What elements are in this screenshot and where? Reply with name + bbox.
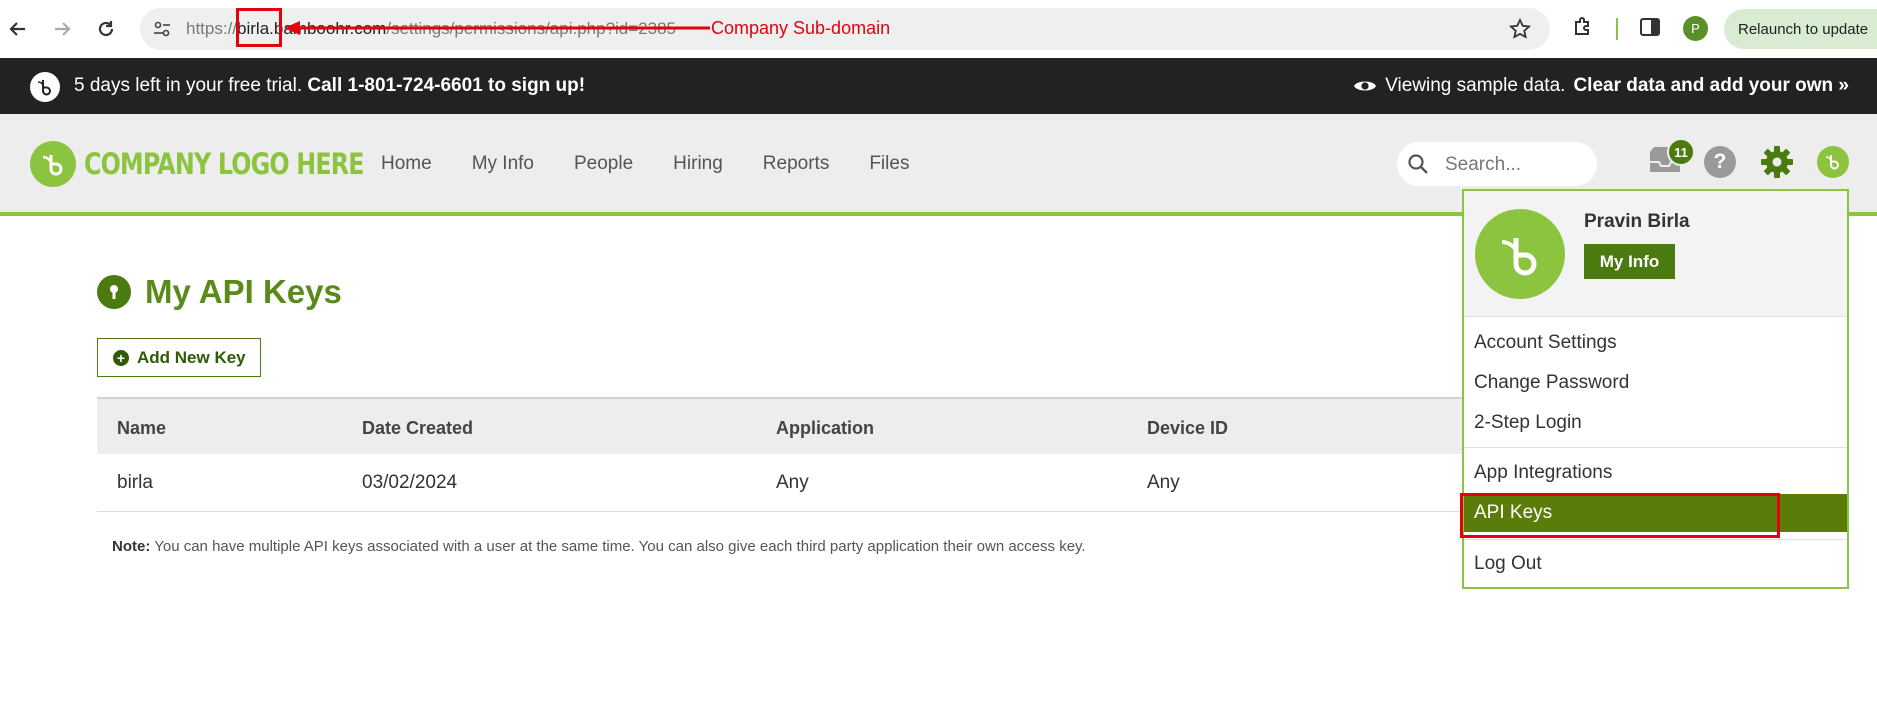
settings-gear-icon[interactable] bbox=[1759, 144, 1795, 180]
user-avatar[interactable] bbox=[1817, 146, 1849, 178]
user-name: Pravin Birla bbox=[1584, 211, 1690, 232]
bamboo-logo-icon bbox=[30, 72, 60, 102]
logo-text: COMPANY LOGO HERE bbox=[84, 147, 365, 181]
browser-toolbar: https://birla.bamboohr.com/settings/perm… bbox=[0, 0, 1877, 58]
toolbar-divider bbox=[1616, 18, 1618, 40]
nav-files[interactable]: Files bbox=[869, 153, 909, 175]
menu-item-account-settings[interactable]: Account Settings bbox=[1464, 324, 1847, 362]
user-menu-header: Pravin Birla My Info bbox=[1464, 191, 1847, 317]
menu-item-log-out[interactable]: Log Out bbox=[1464, 545, 1847, 583]
column-header-date-created[interactable]: Date Created bbox=[362, 418, 473, 439]
search-placeholder: Search... bbox=[1445, 154, 1522, 175]
back-button[interactable] bbox=[2, 13, 34, 45]
page-title: My API Keys bbox=[97, 273, 342, 311]
annotation-box-api-keys bbox=[1460, 493, 1780, 538]
cell-device-id: Any bbox=[1147, 472, 1180, 493]
menu-item-change-password[interactable]: Change Password bbox=[1464, 364, 1847, 402]
add-new-key-button[interactable]: + Add New Key bbox=[97, 338, 261, 377]
table-row[interactable]: birla 03/02/2024 Any Any bbox=[97, 454, 1497, 512]
key-icon bbox=[97, 275, 131, 309]
site-settings-icon[interactable] bbox=[152, 19, 172, 39]
cell-name: birla bbox=[117, 472, 153, 493]
column-header-application[interactable]: Application bbox=[776, 418, 874, 439]
api-keys-note: Note: You can have multiple API keys ass… bbox=[112, 538, 1086, 555]
nav-hiring[interactable]: Hiring bbox=[673, 153, 723, 175]
inbox-count-badge: 11 bbox=[1667, 138, 1695, 166]
menu-item-app-integrations[interactable]: App Integrations bbox=[1464, 454, 1847, 492]
api-keys-table: Name Date Created Application Device ID … bbox=[97, 397, 1497, 512]
forward-button[interactable] bbox=[46, 13, 78, 45]
browser-profile-avatar[interactable]: P bbox=[1683, 16, 1708, 41]
column-header-name[interactable]: Name bbox=[117, 418, 166, 439]
trial-call-link[interactable]: Call 1-801-724-6601 to sign up! bbox=[307, 75, 585, 96]
menu-divider bbox=[1464, 447, 1847, 448]
cell-date-created: 03/02/2024 bbox=[362, 472, 458, 493]
bamboo-logo-icon bbox=[30, 141, 76, 187]
reload-button[interactable] bbox=[90, 13, 122, 45]
column-header-device-id[interactable]: Device ID bbox=[1147, 418, 1228, 439]
bookmark-star-icon[interactable] bbox=[1508, 17, 1532, 41]
annotation-arrow bbox=[284, 21, 710, 35]
user-avatar-large bbox=[1475, 209, 1565, 299]
trial-banner: 5 days left in your free trial. Call 1-8… bbox=[0, 58, 1877, 114]
menu-divider bbox=[1464, 539, 1847, 540]
page-heading: My API Keys bbox=[145, 273, 342, 310]
trial-message: 5 days left in your free trial. Call 1-8… bbox=[74, 75, 586, 96]
extensions-icon[interactable] bbox=[1571, 15, 1595, 39]
cell-application: Any bbox=[776, 472, 809, 493]
sample-data-notice: Viewing sample data. Clear data and add y… bbox=[1353, 75, 1849, 97]
relaunch-button[interactable]: Relaunch to update bbox=[1724, 9, 1877, 49]
clear-data-link[interactable]: Clear data and add your own » bbox=[1573, 75, 1849, 97]
plus-icon: + bbox=[113, 349, 129, 366]
nav-people[interactable]: People bbox=[574, 153, 633, 175]
table-header: Name Date Created Application Device ID bbox=[97, 397, 1497, 454]
help-icon[interactable]: ? bbox=[1704, 146, 1736, 178]
annotation-label: Company Sub-domain bbox=[711, 18, 891, 38]
menu-item-2-step-login[interactable]: 2-Step Login bbox=[1464, 404, 1847, 442]
annotation-box-subdomain bbox=[236, 8, 282, 47]
search-icon bbox=[1408, 154, 1428, 174]
eye-icon bbox=[1354, 81, 1377, 91]
reload-icon bbox=[98, 21, 114, 37]
company-logo[interactable]: COMPANY LOGO HERE bbox=[30, 141, 425, 187]
my-info-button[interactable]: My Info bbox=[1584, 244, 1675, 279]
forward-arrow-icon bbox=[55, 22, 71, 36]
nav-my-info[interactable]: My Info bbox=[472, 153, 534, 175]
side-panel-icon[interactable] bbox=[1638, 15, 1662, 39]
back-arrow-icon bbox=[9, 22, 25, 36]
nav-reports[interactable]: Reports bbox=[763, 153, 830, 175]
search-input[interactable]: Search... bbox=[1397, 142, 1597, 186]
add-new-key-label: Add New Key bbox=[137, 347, 246, 367]
nav-home[interactable]: Home bbox=[381, 153, 432, 175]
main-nav: Home My Info People Hiring Reports Files bbox=[381, 153, 949, 175]
